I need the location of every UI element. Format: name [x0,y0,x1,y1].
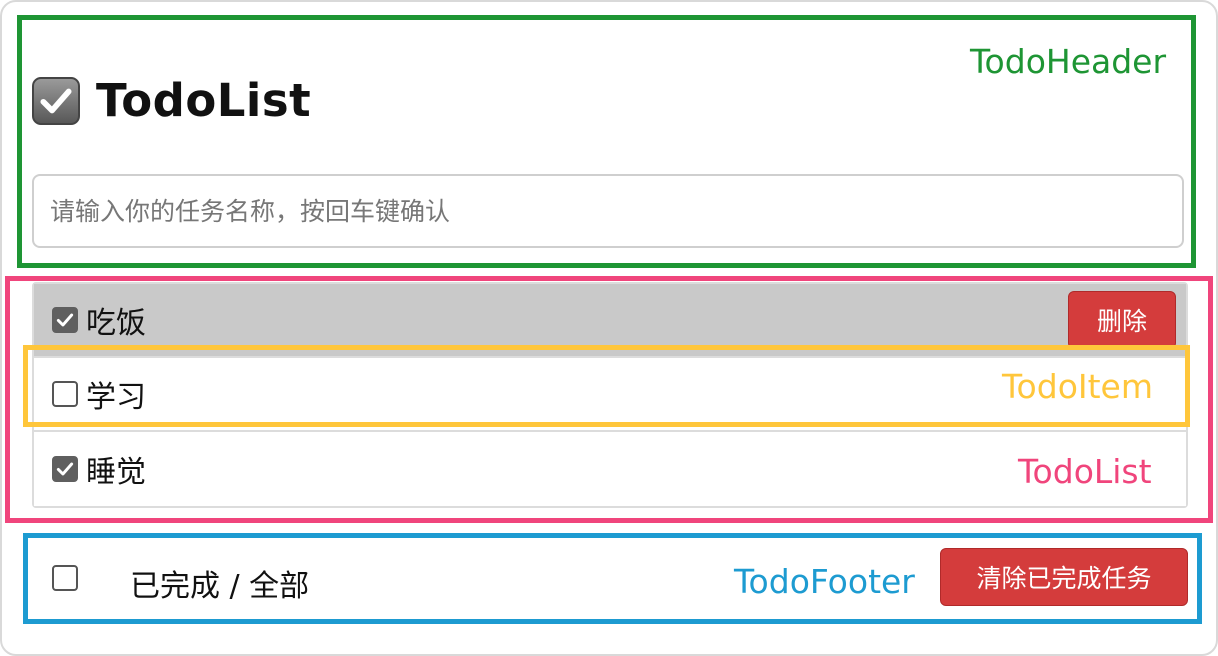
todolist-label: TodoList [1018,452,1152,491]
todoheader-label: TodoHeader [970,42,1167,81]
todoitem-label: TodoItem [1002,367,1153,406]
todofooter-label: TodoFooter [734,562,915,601]
todofooter-box [23,533,1202,624]
